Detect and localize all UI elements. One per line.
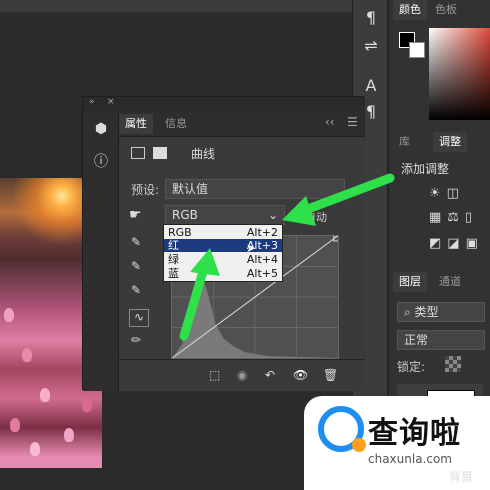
color-picker-field[interactable] [429, 28, 490, 120]
tulip-decor [22, 348, 32, 362]
adjustment-title: 曲线 [191, 147, 216, 161]
mask-icon[interactable] [153, 147, 167, 159]
trash-icon[interactable]: 🗑 [323, 368, 338, 382]
eye-icon[interactable]: 👁 [293, 368, 308, 382]
channel-select[interactable]: RGB ⌄ [165, 205, 285, 225]
preset-select[interactable]: 默认值 [165, 179, 345, 199]
menu-item-blue[interactable]: 蓝 Alt+5 [164, 267, 282, 280]
tab-color[interactable]: 颜色 [393, 0, 427, 20]
background-color-swatch[interactable] [409, 42, 425, 58]
panel-menu-icon[interactable]: ☰ [347, 115, 358, 129]
menu-item-label: 红 [168, 239, 179, 252]
tab-libraries[interactable]: 库 [393, 132, 416, 152]
menu-item-green[interactable]: 绿 Alt+4 [164, 253, 282, 266]
blend-mode-select[interactable]: 正常 [397, 330, 485, 350]
panel-header[interactable]: » × [83, 97, 365, 111]
tab-swatches[interactable]: 色板 [429, 0, 463, 20]
tab-channels[interactable]: 通道 [433, 272, 467, 292]
tab-adjustments[interactable]: 调整 [433, 132, 467, 152]
cube-icon[interactable]: ⬢ [91, 121, 111, 141]
menu-item-shortcut: Alt+2 [246, 226, 278, 239]
properties-bottom-toolbar: ⬚ ◉ ↶ 👁 🗑 [119, 359, 365, 391]
eyedropper-white-icon[interactable]: ✎ [131, 283, 141, 297]
layer-filter-select[interactable]: ⌕ 类型 [397, 302, 485, 322]
reset-icon[interactable]: ↶ [265, 368, 275, 382]
curve-icon[interactable]: ∿ [129, 309, 149, 327]
eyedropper-gray-icon[interactable]: ✎ [131, 259, 141, 273]
character-icon[interactable]: A [361, 76, 381, 96]
auto-button[interactable]: 自动 [305, 209, 327, 225]
menu-item-label: 蓝 [168, 267, 179, 280]
watermark-text: 查询啦 [368, 416, 461, 451]
search-icon: ⌕ [404, 305, 415, 319]
watermark-logo-dot [352, 438, 366, 452]
menu-item-label: RGB [168, 226, 192, 239]
eyedropper-black-icon[interactable]: ✎ [131, 235, 141, 249]
tulip-decor [30, 442, 40, 456]
mouse-cursor-icon: ➤ [246, 241, 257, 255]
menu-item-shortcut: Alt+5 [246, 267, 278, 280]
adjustment-icons-row-1[interactable]: ☀◫ [429, 186, 489, 202]
close-icon[interactable]: × [107, 97, 115, 107]
visibility-icon[interactable]: ◉ [237, 368, 247, 382]
layer-name[interactable]: 背景 [449, 468, 473, 485]
collapse-panel-icon[interactable]: ‹‹ [325, 115, 335, 129]
adjustment-icons-row-3[interactable]: ◩◪▣ [429, 236, 489, 252]
channel-select-value: RGB [172, 208, 198, 222]
watermark-url: chaxunla.com [368, 452, 452, 466]
menu-item-label: 绿 [168, 253, 179, 266]
tulip-decor [4, 308, 14, 322]
adjustment-icons-row-2[interactable]: ▦⚖▯ [429, 210, 489, 226]
tab-info[interactable]: 信息 [159, 114, 193, 134]
info-icon[interactable]: ⓘ [91, 151, 111, 171]
brush-settings-icon[interactable]: ⇌ [361, 36, 381, 56]
channel-dropdown-menu[interactable]: RGB Alt+2 红 Alt+3 绿 Alt+4 蓝 Alt+5 ➤ [163, 224, 283, 282]
curves-adjustment-icon [131, 147, 145, 159]
tulip-decor [10, 418, 20, 432]
tulip-decor [40, 388, 50, 402]
clip-icon[interactable]: ⬚ [209, 368, 220, 382]
target-adjust-icon[interactable]: ☛ [129, 207, 142, 223]
canvas-top-strip [0, 0, 352, 12]
menu-item-rgb[interactable]: RGB Alt+2 [164, 226, 282, 239]
tulip-decor [82, 398, 92, 412]
preset-label: 预设: [131, 183, 160, 197]
chevron-down-icon: ⌄ [267, 208, 278, 222]
lock-label: 锁定: [397, 360, 426, 374]
tulip-decor [64, 428, 74, 442]
tab-layers[interactable]: 图层 [393, 272, 427, 292]
properties-side-icons: ⬢ ⓘ [83, 111, 119, 391]
layer-filter-label: 类型 [414, 305, 439, 319]
collapse-icon[interactable]: » [89, 97, 95, 107]
tab-properties[interactable]: 属性 [119, 114, 153, 134]
add-adjustment-label: 添加调整 [401, 162, 450, 176]
paragraph-icon[interactable]: ¶ [361, 8, 381, 28]
properties-tabbar: 属性 信息 ‹‹ ☰ [119, 111, 365, 137]
menu-item-red[interactable]: 红 Alt+3 [164, 239, 282, 252]
lock-transparency-icon[interactable] [445, 356, 461, 372]
pencil-icon[interactable]: ✏ [131, 333, 141, 347]
